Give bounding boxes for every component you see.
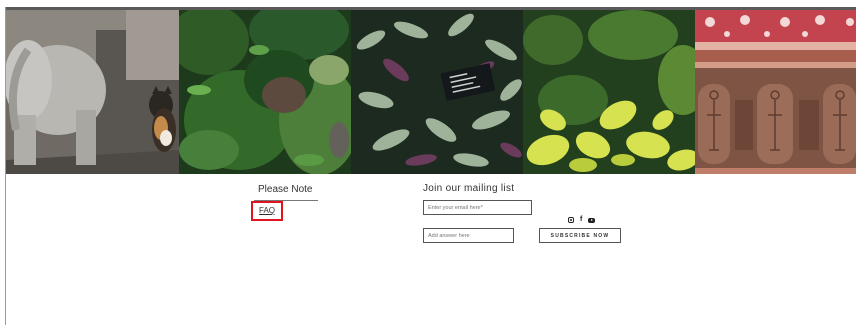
faq-link[interactable]: FAQ bbox=[259, 206, 275, 215]
email-field[interactable] bbox=[423, 200, 532, 215]
youtube-icon[interactable] bbox=[588, 217, 596, 223]
photo-gallery-strip bbox=[6, 10, 856, 174]
answer-field[interactable] bbox=[423, 228, 514, 243]
subscribe-button[interactable]: SUBSCRIBE NOW bbox=[539, 228, 621, 243]
temple-wall-carvings-photo[interactable] bbox=[695, 10, 856, 174]
instagram-icon[interactable] bbox=[568, 217, 574, 223]
stone-elephant-and-cat-photo[interactable] bbox=[6, 10, 179, 174]
yellow-green-leaves-photo[interactable] bbox=[523, 10, 695, 174]
green-shrubs-photo[interactable] bbox=[179, 10, 351, 174]
facebook-icon[interactable]: f bbox=[580, 216, 582, 223]
striped-leaf-plants-photo[interactable] bbox=[351, 10, 523, 174]
social-links: f bbox=[568, 216, 596, 223]
mailing-list-heading: Join our mailing list bbox=[423, 183, 515, 194]
please-note-heading: Please Note bbox=[258, 184, 313, 195]
